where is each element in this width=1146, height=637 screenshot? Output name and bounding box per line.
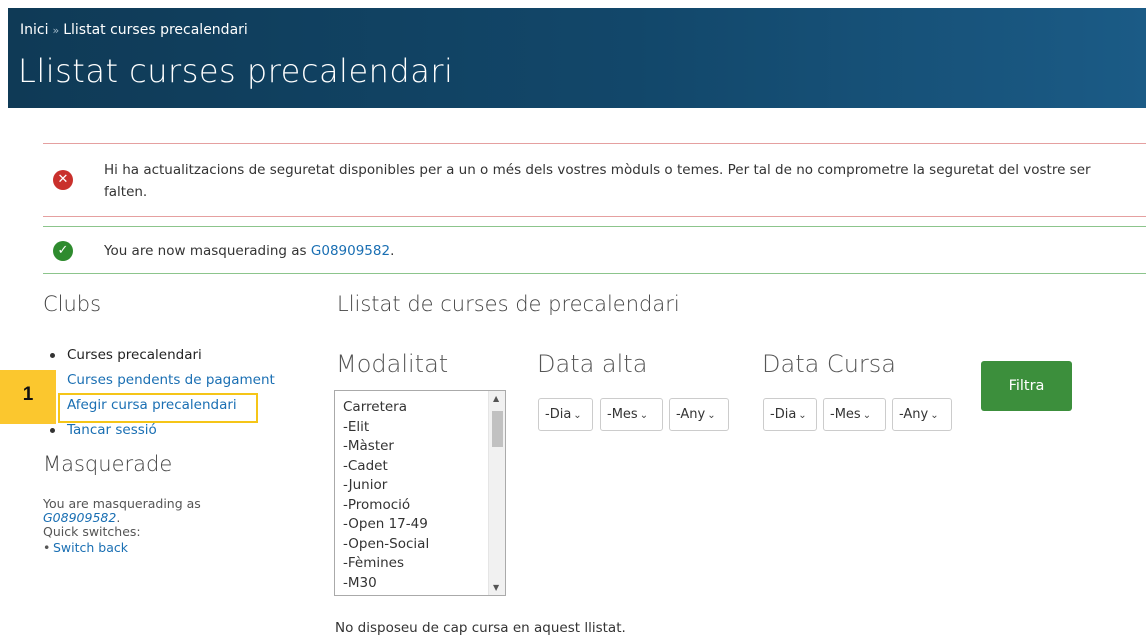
chevron-down-icon: ⌄ <box>930 410 939 421</box>
select-value: -Any <box>676 407 706 422</box>
error-message-line2: falten. <box>104 184 148 200</box>
masquerade-text: You are masquerading as <box>43 496 201 511</box>
status-suffix: . <box>390 243 395 259</box>
menu-item-curses-precalendari[interactable]: Curses precalendari <box>48 344 275 369</box>
status-prefix: You are now masquerading as <box>104 243 311 259</box>
data-alta-label: Data alta <box>537 350 648 378</box>
masquerade-heading: Masquerade <box>43 452 173 476</box>
breadcrumb-current: Llistat curses precalendari <box>63 22 248 38</box>
chevron-down-icon: ⌄ <box>639 410 649 421</box>
modalitat-option[interactable]: -Cadet <box>343 457 505 477</box>
modalitat-option[interactable]: -Open-Social <box>343 535 505 555</box>
empty-list-message: No disposeu de cap cursa en aquest llist… <box>335 620 626 636</box>
scroll-up-arrow-icon[interactable]: ▲ <box>493 394 499 403</box>
chevron-down-icon: ⌄ <box>798 410 807 421</box>
chevron-down-icon: ⌄ <box>573 410 582 421</box>
select-value: -Mes <box>830 407 861 422</box>
select-value: -Mes <box>607 407 638 422</box>
modalitat-listbox[interactable]: Carretera -Elit -Màster -Cadet -Junior -… <box>334 390 506 596</box>
checkmark-icon: ✓ <box>53 241 73 261</box>
masquerade-status-message: ✓ You are now masquerading as G08909582. <box>43 226 1146 274</box>
data-cursa-label: Data Cursa <box>762 350 896 378</box>
masquerade-user-link[interactable]: G08909582 <box>311 243 390 259</box>
select-value: -Any <box>899 407 929 422</box>
modalitat-option[interactable]: -Fèmines <box>343 554 505 574</box>
modalitat-option[interactable]: -Màster <box>343 437 505 457</box>
tutorial-highlight-box <box>58 393 258 423</box>
switch-back-link[interactable]: Switch back <box>53 540 128 555</box>
modalitat-option[interactable]: -M30 <box>343 574 505 594</box>
tutorial-step-badge: 1 <box>0 370 56 424</box>
chevron-down-icon: ⌄ <box>707 410 716 421</box>
masquerade-block: You are masquerading as G08909582. Quick… <box>43 496 201 556</box>
data-cursa-day-select[interactable]: -Dia ⌄ <box>763 398 817 431</box>
list-heading: Llistat de curses de precalendari <box>337 292 680 316</box>
error-message-line1: Hi ha actualitzacions de seguretat dispo… <box>104 162 1091 178</box>
chevron-down-icon: ⌄ <box>862 410 872 421</box>
listbox-scrollbar[interactable]: ▲ ▼ <box>488 391 505 595</box>
modalitat-label: Modalitat <box>336 350 449 378</box>
scrollbar-thumb[interactable] <box>492 411 503 447</box>
quick-switches-label: Quick switches: <box>43 524 141 539</box>
select-value: -Dia <box>770 407 797 422</box>
modalitat-option[interactable]: -Promoció <box>343 496 505 516</box>
masquerade-user-link[interactable]: G08909582 <box>43 510 116 525</box>
filter-button[interactable]: Filtra <box>981 361 1072 411</box>
security-update-error-message: ✕ Hi ha actualitzacions de seguretat dis… <box>43 143 1146 217</box>
data-alta-year-select[interactable]: -Any ⌄ <box>669 398 729 431</box>
modalitat-option[interactable]: Carretera <box>343 398 505 418</box>
data-cursa-month-select[interactable]: -Mes ⌄ <box>823 398 886 431</box>
error-x-icon: ✕ <box>53 170 73 190</box>
data-alta-day-select[interactable]: -Dia ⌄ <box>538 398 593 431</box>
data-cursa-year-select[interactable]: -Any ⌄ <box>892 398 952 431</box>
select-value: -Dia <box>545 407 572 422</box>
data-alta-month-select[interactable]: -Mes ⌄ <box>600 398 663 431</box>
scroll-down-arrow-icon[interactable]: ▼ <box>493 583 499 592</box>
modalitat-option[interactable]: -Open 17-49 <box>343 515 505 535</box>
modalitat-option[interactable]: -Junior <box>343 476 505 496</box>
clubs-heading: Clubs <box>43 292 102 316</box>
modalitat-option[interactable]: -Elit <box>343 418 505 438</box>
menu-item-curses-pendents-pagament[interactable]: Curses pendents de pagament <box>48 369 275 394</box>
breadcrumb: Inici » Llistat curses precalendari <box>20 22 248 38</box>
breadcrumb-home-link[interactable]: Inici <box>20 22 48 38</box>
page-header: Inici» Llistat curses precalendari Llista… <box>8 8 1146 108</box>
breadcrumb-separator: » <box>52 24 60 37</box>
page-title: Llistat curses precalendari <box>18 52 454 90</box>
